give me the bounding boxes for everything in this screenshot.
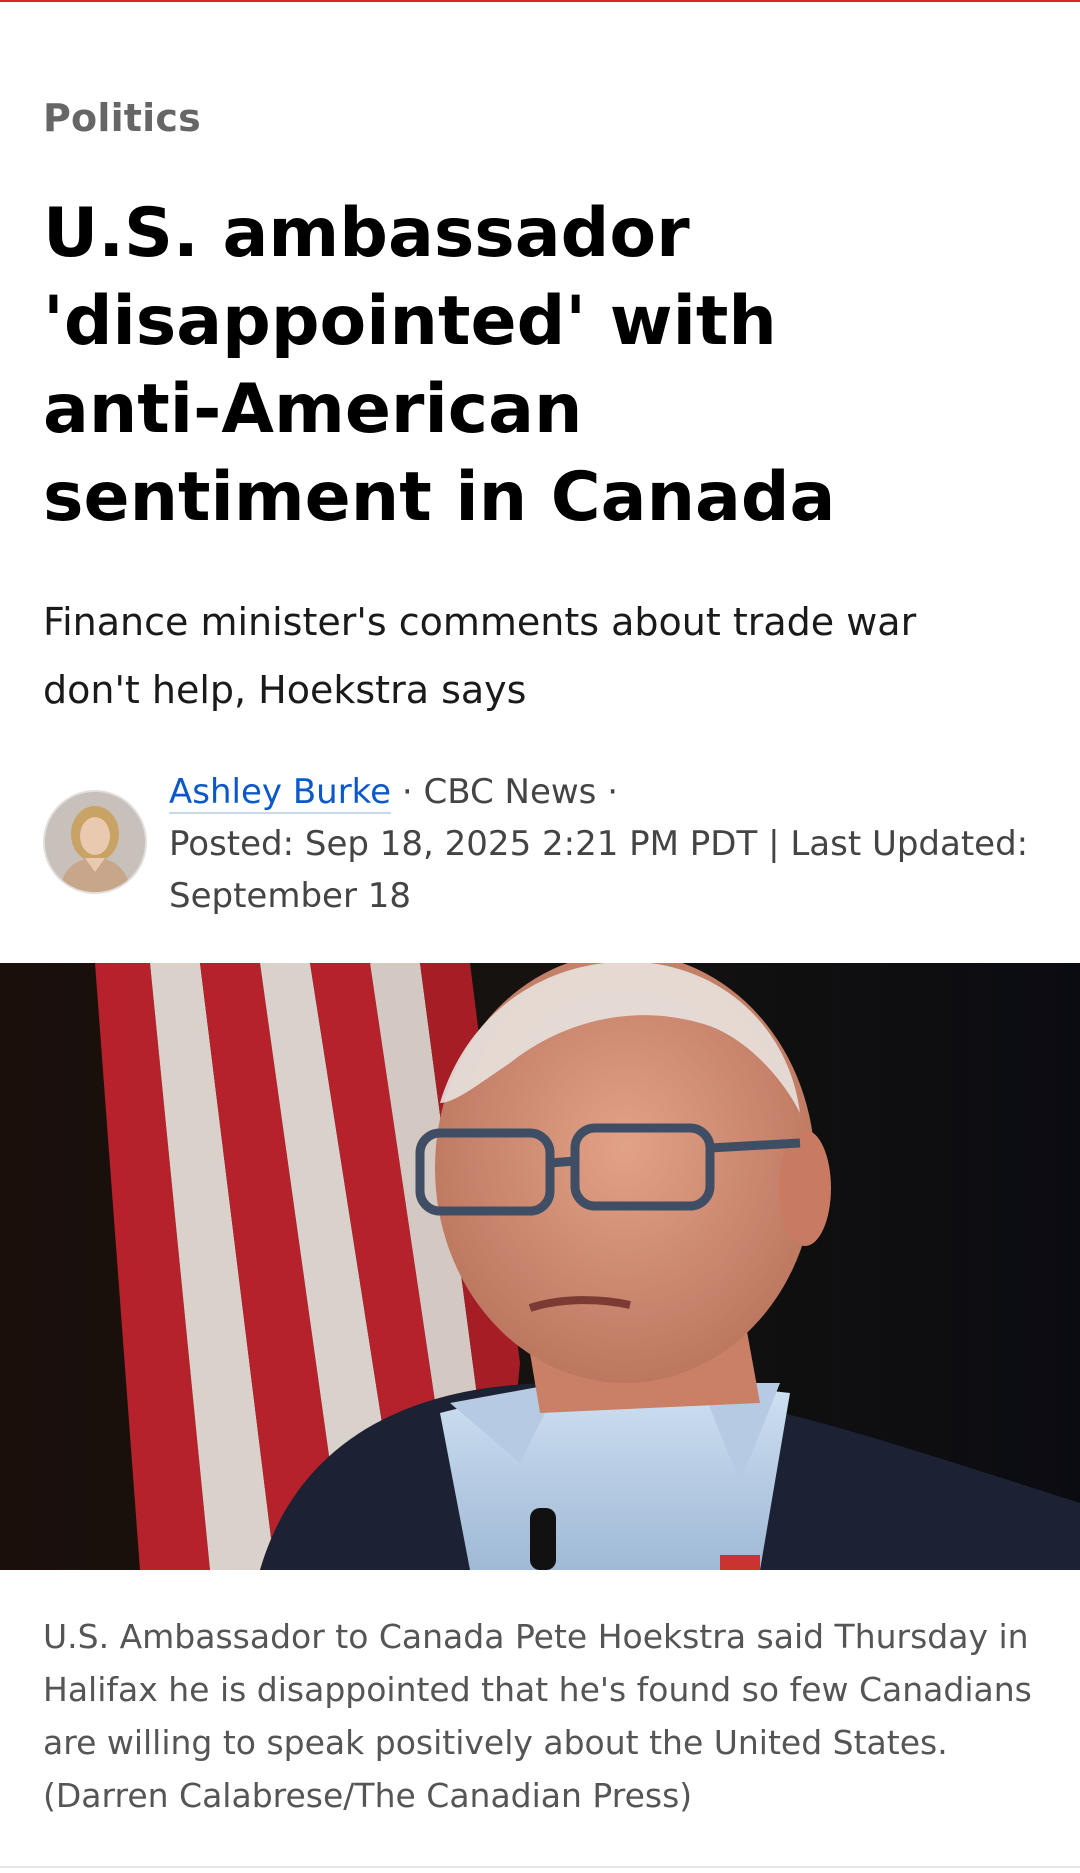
outlet-name: CBC News: [423, 772, 597, 812]
byline-separator: ·: [596, 772, 619, 812]
divider: [0, 1866, 1080, 1868]
author-avatar-image: [45, 792, 145, 892]
author-link[interactable]: Ashley Burke: [169, 772, 392, 814]
hero-image[interactable]: [0, 963, 1080, 1570]
article-deck: Finance minister's comments about trade …: [43, 600, 917, 712]
image-caption: U.S. Ambassador to Canada Pete Hoekstra …: [43, 1617, 1032, 1815]
byline: Ashley Burke · CBC News · Posted: Sep 18…: [169, 766, 1049, 922]
author-avatar[interactable]: [43, 790, 147, 894]
hero-photo: [0, 963, 1080, 1570]
article-headline: U.S. ambassador 'disappointed' with anti…: [43, 194, 836, 537]
posted-date: Posted: Sep 18, 2025 2:21 PM PDT | Last …: [169, 824, 1029, 916]
top-accent-line: [0, 0, 1080, 2]
byline-separator: ·: [391, 772, 424, 812]
section-label[interactable]: Politics: [43, 96, 201, 140]
